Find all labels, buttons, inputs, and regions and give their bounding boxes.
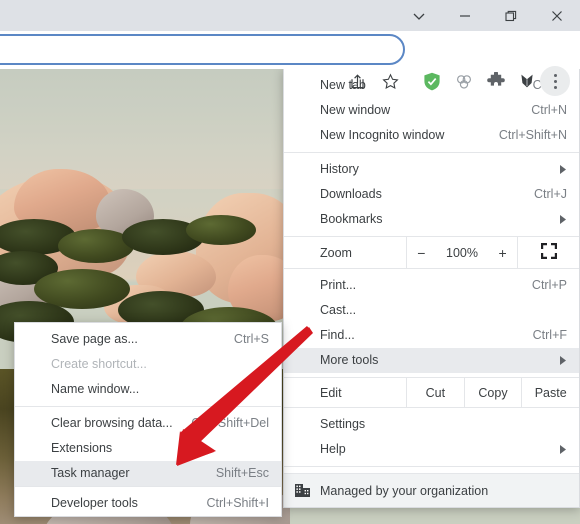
menu-item-accel: Ctrl+P — [531, 278, 567, 292]
submenu-item-label: Clear browsing data... — [51, 416, 173, 430]
submenu-item-clear-browsing-data[interactable]: Clear browsing data... Ctrl+Shift+Del — [15, 411, 281, 436]
menu-item-label: Downloads — [320, 187, 382, 201]
menu-item-bookmarks[interactable]: Bookmarks — [284, 207, 579, 232]
menu-item-downloads[interactable]: Downloads Ctrl+J — [284, 182, 579, 207]
dot — [553, 73, 557, 77]
submenu-item-extensions[interactable]: Extensions — [15, 436, 281, 461]
maximize-button[interactable] — [488, 0, 534, 31]
fullscreen-icon — [540, 243, 557, 262]
close-icon — [550, 9, 564, 23]
menu-item-label: New Incognito window — [320, 128, 445, 142]
menu-item-label: Settings — [320, 417, 366, 431]
shrub — [186, 215, 256, 245]
menu-separator — [284, 152, 579, 153]
browser-window: New tab Ctrl+T New window Ctrl+N New Inc… — [0, 0, 580, 524]
dot — [553, 79, 557, 83]
submenu-item-developer-tools[interactable]: Developer tools Ctrl+Shift+I — [15, 491, 281, 516]
avatar-icon[interactable] — [512, 62, 542, 100]
menu-item-history[interactable]: History — [284, 157, 579, 182]
managed-by-organization-row[interactable]: Managed by your organization — [284, 473, 579, 507]
submenu-item-name-window[interactable]: Name window... — [15, 377, 281, 402]
zoom-controls: − 100% + — [406, 237, 517, 268]
minimize-button[interactable] — [442, 0, 488, 31]
menu-item-label: Bookmarks — [320, 212, 383, 226]
submenu-item-label: Name window... — [51, 382, 140, 396]
star-icon[interactable] — [375, 62, 405, 100]
menu-item-accel: Ctrl+N — [531, 103, 567, 117]
restore-window-icon — [504, 9, 518, 23]
chevron-right-icon — [560, 348, 567, 373]
zoom-label: Zoom — [320, 246, 352, 260]
puzzle-icon[interactable] — [481, 62, 511, 100]
menu-item-label: Cast... — [320, 303, 357, 317]
menu-item-label: Print... — [320, 278, 357, 292]
submenu-item-label: Developer tools — [51, 496, 138, 510]
submenu-item-accel: Shift+Esc — [215, 466, 269, 480]
chevron-down-icon — [412, 9, 426, 23]
menu-item-accel: Ctrl+J — [534, 187, 567, 201]
submenu-item-label: Task manager — [51, 466, 130, 480]
share-icon[interactable] — [342, 62, 372, 100]
submenu-item-accel: Ctrl+Shift+I — [206, 496, 269, 510]
menu-item-label: New window — [320, 103, 391, 117]
address-bar[interactable] — [0, 34, 405, 65]
chevron-right-icon — [560, 437, 567, 462]
menu-item-more-tools[interactable]: More tools — [284, 348, 579, 373]
edit-label: Edit — [320, 386, 342, 400]
submenu-item-label: Create shortcut... — [51, 357, 147, 371]
submenu-item-save-page-as[interactable]: Save page as... Ctrl+S — [15, 327, 281, 352]
close-button[interactable] — [534, 0, 580, 31]
menu-row-zoom: Zoom − 100% + — [284, 236, 579, 269]
more-icon[interactable] — [540, 66, 570, 96]
more-tools-submenu[interactable]: Save page as... Ctrl+S Create shortcut..… — [14, 322, 282, 517]
menu-item-settings[interactable]: Settings — [284, 412, 579, 437]
menu-row-edit: Edit Cut Copy Paste — [284, 377, 579, 408]
menu-item-cast[interactable]: Cast... — [284, 298, 579, 323]
submenu-item-accel: Ctrl+Shift+Del — [191, 416, 269, 430]
submenu-separator — [15, 406, 281, 407]
chrome-main-menu[interactable]: New tab Ctrl+T New window Ctrl+N New Inc… — [283, 68, 580, 508]
menu-item-accel: Ctrl+Shift+N — [498, 128, 567, 142]
submenu-item-task-manager[interactable]: Task manager Shift+Esc — [15, 461, 281, 486]
submenu-item-accel: Ctrl+S — [233, 332, 269, 346]
copy-button[interactable]: Copy — [463, 378, 522, 407]
menu-item-find[interactable]: Find... Ctrl+F — [284, 323, 579, 348]
submenu-item-label: Save page as... — [51, 332, 138, 346]
cookies-icon[interactable] — [449, 62, 479, 100]
menu-item-accel: Ctrl+F — [532, 328, 567, 342]
dot — [553, 85, 557, 89]
zoom-in-button[interactable]: + — [499, 245, 507, 261]
window-titlebar — [0, 0, 580, 31]
chevron-right-icon — [560, 157, 567, 182]
menu-item-new-incognito-window[interactable]: New Incognito window Ctrl+Shift+N — [284, 123, 579, 148]
paste-button[interactable]: Paste — [521, 378, 579, 407]
submenu-item-create-shortcut: Create shortcut... — [15, 352, 281, 377]
menu-item-label: More tools — [320, 353, 379, 367]
zoom-level-value: 100% — [446, 245, 478, 260]
fullscreen-button[interactable] — [517, 237, 579, 268]
menu-item-label: History — [320, 162, 359, 176]
tab-search-button[interactable] — [396, 0, 442, 31]
organization-building-icon — [284, 483, 320, 498]
menu-item-label: Help — [320, 442, 346, 456]
shield-icon[interactable] — [417, 62, 447, 100]
menu-separator — [284, 466, 579, 467]
cut-button[interactable]: Cut — [406, 378, 464, 407]
zoom-out-button[interactable]: − — [417, 245, 425, 261]
menu-item-help[interactable]: Help — [284, 437, 579, 462]
submenu-item-label: Extensions — [51, 441, 113, 455]
menu-item-print[interactable]: Print... Ctrl+P — [284, 273, 579, 298]
managed-label: Managed by your organization — [320, 483, 489, 498]
minus-icon — [458, 9, 472, 23]
menu-item-new-window[interactable]: New window Ctrl+N — [284, 98, 579, 123]
menu-item-label: Find... — [320, 328, 355, 342]
chevron-right-icon — [560, 207, 567, 232]
browser-toolbar — [0, 31, 580, 96]
